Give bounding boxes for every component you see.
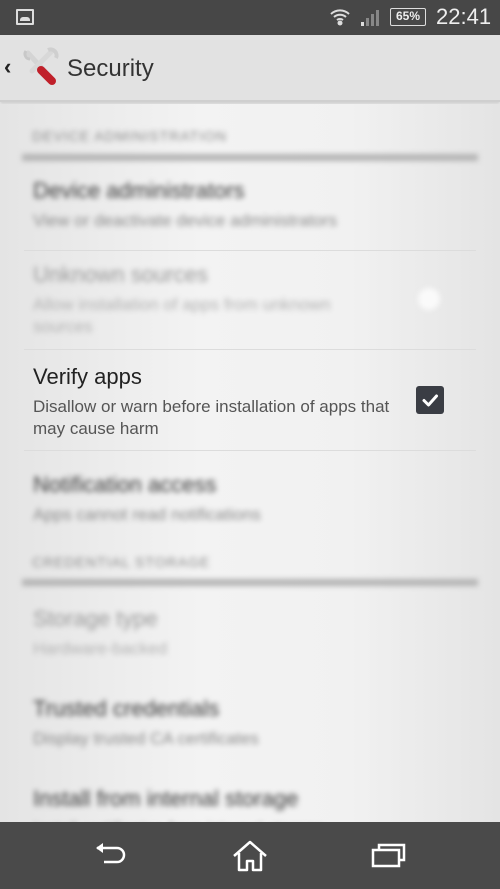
checkmark-icon [422, 394, 438, 407]
wifi-icon [330, 9, 350, 26]
home-icon[interactable] [230, 838, 270, 874]
verify-apps-checkbox[interactable] [416, 386, 444, 414]
item-summary: Hardware-backed [33, 639, 168, 658]
battery-indicator: 65% [390, 8, 426, 26]
page-title: Security [67, 55, 154, 82]
item-summary: Disallow or warn before installation of … [33, 397, 390, 438]
navigation-bar [0, 822, 500, 889]
list-item-trusted-credentials[interactable]: Trusted credentials Display trusted CA c… [0, 684, 500, 774]
item-title: Trusted credentials [33, 696, 220, 721]
status-bar: 65% 22:41 [0, 0, 500, 35]
section-header-device-administration: Device administration [32, 128, 227, 144]
section-header-credential-storage: Credential storage [32, 554, 211, 570]
list-item-device-administrators[interactable]: Device administrators View or deactivate… [0, 174, 500, 250]
action-bar: ‹ Security [0, 35, 500, 102]
list-item-verify-apps[interactable]: Verify apps Disallow or warn before inst… [0, 352, 500, 450]
settings-list[interactable]: Device administration Device administrat… [0, 104, 500, 822]
list-item-install-from-storage[interactable]: Install from internal storage Install ce… [0, 774, 500, 822]
clock: 22:41 [436, 4, 492, 29]
recent-apps-icon[interactable] [368, 838, 408, 874]
item-title: Unknown sources [33, 262, 208, 287]
item-title: Notification access [33, 472, 217, 497]
list-item-unknown-sources[interactable]: Unknown sources Allow installation of ap… [0, 254, 500, 349]
section-divider [22, 579, 478, 586]
list-item-storage-type[interactable]: Storage type Hardware-backed [0, 594, 500, 684]
divider [24, 250, 476, 251]
item-title: Storage type [33, 606, 158, 631]
item-summary: Allow installation of apps from unknown … [33, 295, 331, 336]
list-item-notification-access[interactable]: Notification access Apps cannot read not… [0, 454, 500, 534]
divider [24, 349, 476, 350]
section-divider [22, 154, 478, 161]
item-title: Device administrators [33, 178, 245, 203]
item-title: Install from internal storage [33, 786, 299, 811]
item-summary: Apps cannot read notifications [33, 505, 261, 524]
divider [24, 450, 476, 451]
chevron-left-icon[interactable]: ‹ [4, 54, 11, 80]
back-icon[interactable] [90, 838, 130, 874]
settings-tools-icon[interactable] [20, 47, 60, 87]
item-summary: Display trusted CA certificates [33, 729, 259, 748]
item-summary: View or deactivate device administrators [33, 211, 337, 230]
item-title: Verify apps [33, 364, 142, 389]
unknown-sources-checkbox[interactable] [418, 288, 440, 310]
cell-signal-icon [361, 10, 379, 26]
image-notification-icon [16, 9, 34, 25]
